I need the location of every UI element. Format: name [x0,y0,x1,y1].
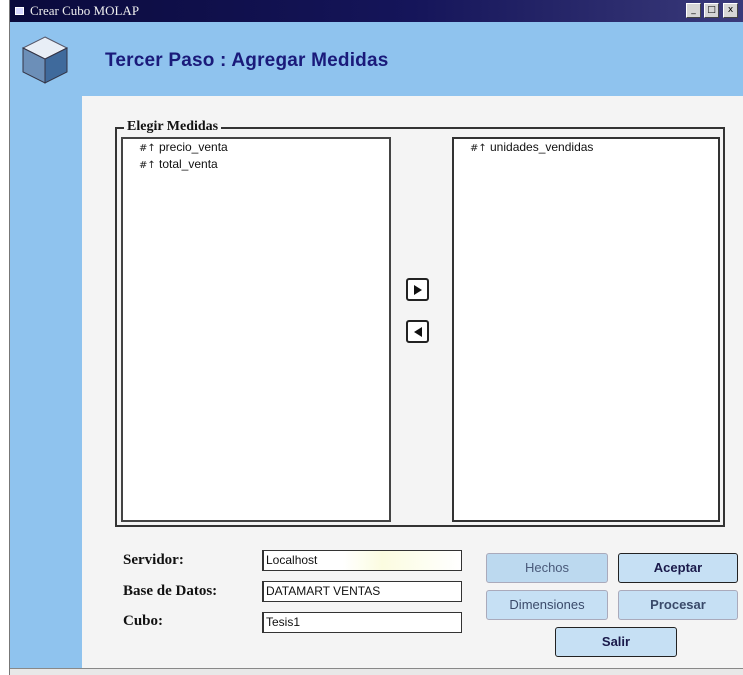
servidor-field[interactable]: Localhost [262,550,462,571]
salir-button[interactable]: Salir [555,627,677,657]
procesar-button[interactable]: Procesar [618,590,738,620]
sidebar-strip [10,96,82,668]
window-bottom-edge [10,668,743,675]
list-item-label: unidades_vendidas [490,140,594,154]
list-item-label: precio_venta [159,140,228,154]
dimensiones-button[interactable]: Dimensiones [486,590,608,620]
aceptar-button[interactable]: Aceptar [618,553,738,583]
close-button[interactable]: x [723,3,738,18]
selected-measures-list[interactable]: #↑ unidades_vendidas [452,137,720,522]
minimize-button[interactable]: _ [686,3,701,18]
cubo-field[interactable]: Tesis1 [262,612,462,633]
cube-icon [21,36,69,84]
title-bar[interactable]: Crear Cubo MOLAP _ □ x [10,0,743,22]
arrow-left-icon [414,327,422,337]
maximize-button[interactable]: □ [704,3,719,18]
arrow-right-icon [414,285,422,295]
list-item-label: total_venta [159,157,218,171]
servidor-label: Servidor: [123,552,184,568]
measure-icon: #↑ [139,143,156,154]
list-item[interactable]: #↑ total_venta [123,156,389,173]
move-left-button[interactable] [406,320,429,343]
hechos-button[interactable]: Hechos [486,553,608,583]
base-datos-label: Base de Datos: [123,583,218,599]
measure-icon: #↑ [139,160,156,171]
measure-icon: #↑ [470,143,487,154]
base-datos-field[interactable]: DATAMART VENTAS [262,581,462,602]
main-window: Crear Cubo MOLAP _ □ x Tercer Paso : Agr… [9,0,743,675]
available-measures-list[interactable]: #↑ precio_venta #↑ total_venta [121,137,391,522]
window-title: Crear Cubo MOLAP [30,3,140,18]
list-item[interactable]: #↑ unidades_vendidas [454,139,718,156]
page-title: Tercer Paso : Agregar Medidas [105,50,389,71]
move-right-button[interactable] [406,278,429,301]
cubo-label: Cubo: [123,613,164,629]
list-item[interactable]: #↑ precio_venta [123,139,389,156]
step-header: Tercer Paso : Agregar Medidas [10,22,743,96]
app-icon [15,7,24,15]
groupbox-legend: Elegir Medidas [124,119,222,135]
